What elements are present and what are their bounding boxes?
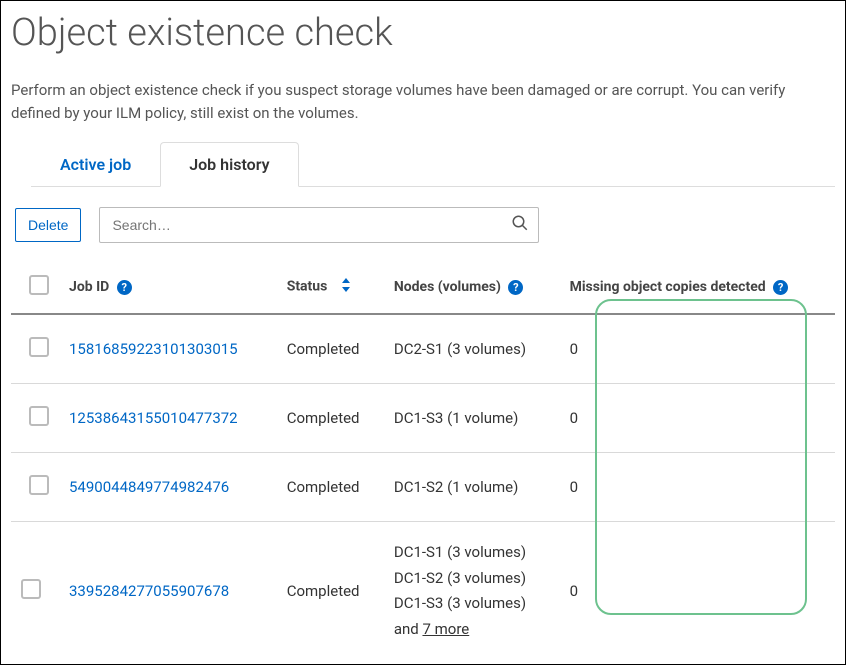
- row-checkbox[interactable]: [21, 579, 41, 599]
- nodes-cell: DC2-S1 (3 volumes): [384, 314, 560, 384]
- page-description: Perform an object existence check if you…: [11, 79, 835, 124]
- more-nodes-link[interactable]: 7 more: [422, 620, 469, 638]
- missing-cell: 0: [560, 314, 835, 384]
- job-id-link[interactable]: 3395284277055907678: [69, 582, 229, 600]
- missing-cell: 0: [560, 522, 835, 661]
- job-id-link[interactable]: 12538643155010477372: [69, 409, 238, 427]
- row-checkbox[interactable]: [29, 406, 49, 426]
- job-id-link[interactable]: 15816859223101303015: [69, 340, 238, 358]
- search-icon: [511, 214, 529, 236]
- status-cell: Completed: [277, 522, 384, 661]
- sort-icon[interactable]: [341, 278, 351, 296]
- table-row: 5490044849774982476 CompletedDC1-S2 (1 vo…: [11, 453, 835, 522]
- help-icon[interactable]: ?: [508, 280, 523, 295]
- col-missing[interactable]: Missing object copies detected ?: [560, 261, 835, 314]
- row-checkbox[interactable]: [29, 475, 49, 495]
- table-row: 3395284277055907678 CompletedDC1-S1 (3 vo…: [11, 522, 835, 661]
- tab-active-job[interactable]: Active job: [31, 142, 160, 187]
- tab-job-history[interactable]: Job history: [160, 142, 298, 187]
- search-input[interactable]: [99, 207, 539, 243]
- nodes-cell: DC1-S3 (1 volume): [384, 384, 560, 453]
- help-icon[interactable]: ?: [117, 280, 132, 295]
- help-icon[interactable]: ?: [773, 280, 788, 295]
- status-cell: Completed: [277, 384, 384, 453]
- missing-cell: 0: [560, 453, 835, 522]
- table-row: 12538643155010477372 CompletedDC1-S3 (1 v…: [11, 384, 835, 453]
- nodes-cell: DC1-S1 (3 volumes)DC1-S2 (3 volumes)DC1-…: [384, 522, 560, 661]
- missing-cell: 0: [560, 384, 835, 453]
- page-title: Object existence check: [11, 11, 835, 55]
- col-job-id[interactable]: Job ID ?: [59, 261, 277, 314]
- status-cell: Completed: [277, 453, 384, 522]
- nodes-cell: DC1-S2 (1 volume): [384, 453, 560, 522]
- col-nodes[interactable]: Nodes (volumes) ?: [384, 261, 560, 314]
- col-status[interactable]: Status: [277, 261, 384, 314]
- row-checkbox[interactable]: [29, 337, 49, 357]
- job-history-table: Job ID ? Status Nodes (volumes) ?: [11, 261, 835, 660]
- tabs: Active job Job history: [31, 142, 835, 187]
- job-id-link[interactable]: 5490044849774982476: [69, 478, 229, 496]
- table-row: 15816859223101303015 CompletedDC2-S1 (3 v…: [11, 314, 835, 384]
- status-cell: Completed: [277, 314, 384, 384]
- delete-button[interactable]: Delete: [15, 208, 81, 242]
- select-all-checkbox[interactable]: [29, 275, 49, 295]
